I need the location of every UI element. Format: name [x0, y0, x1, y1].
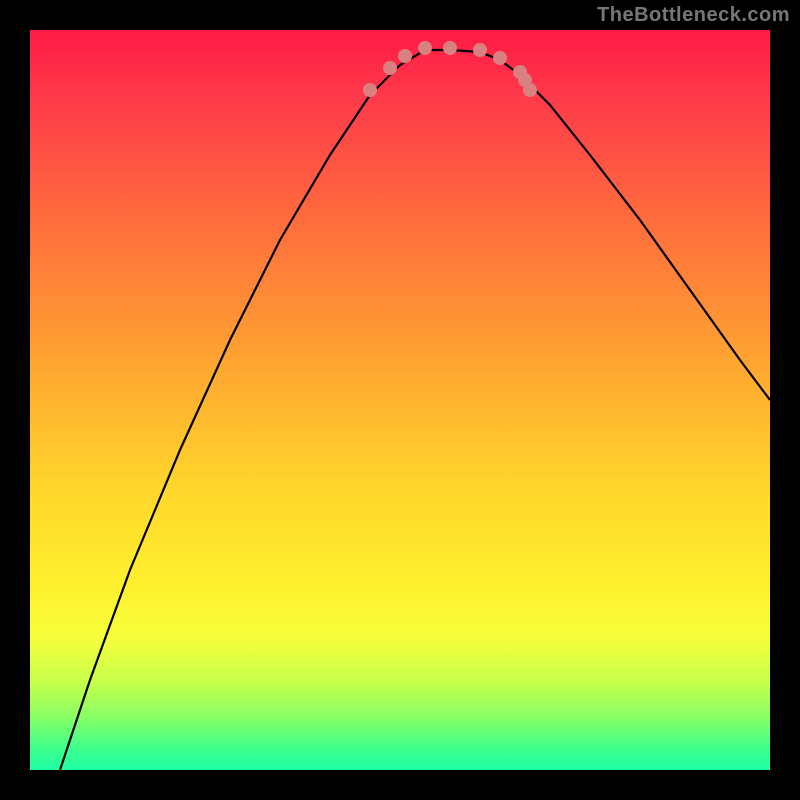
- marker-dot: [523, 83, 537, 97]
- bottleneck-curve: [60, 50, 770, 770]
- marker-dot: [493, 51, 507, 65]
- chart-frame: TheBottleneck.com: [0, 0, 800, 800]
- marker-dot: [443, 41, 457, 55]
- marker-dot: [363, 83, 377, 97]
- marker-dot: [473, 43, 487, 57]
- marker-dot: [383, 61, 397, 75]
- marker-dot: [398, 49, 412, 63]
- marker-dot: [418, 41, 432, 55]
- curve-layer: [30, 30, 770, 770]
- watermark-text: TheBottleneck.com: [597, 4, 790, 27]
